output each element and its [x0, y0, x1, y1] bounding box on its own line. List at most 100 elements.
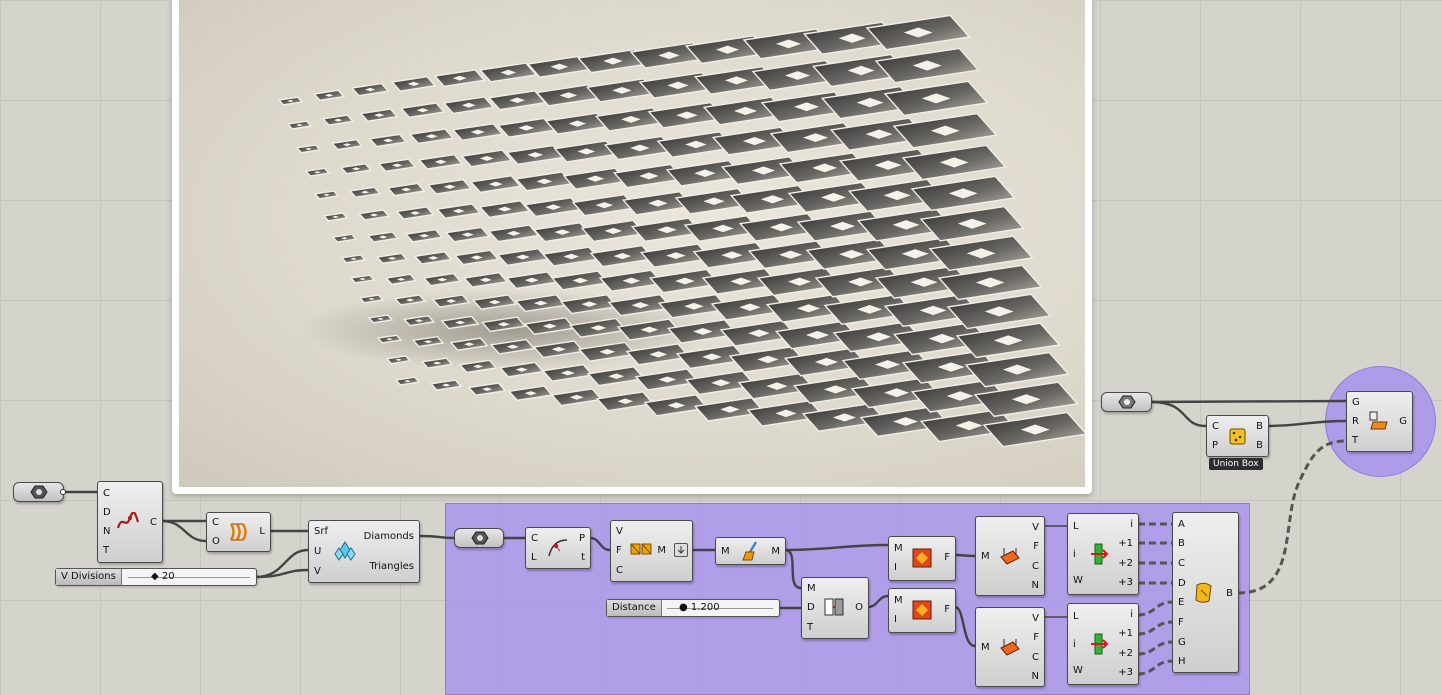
brep-join-icon: [1193, 581, 1215, 605]
input-label: L: [1073, 611, 1079, 622]
flip-faces-component-bottom[interactable]: M I F: [888, 588, 956, 633]
input-label: M: [894, 543, 903, 554]
output-label: M: [657, 545, 666, 556]
flip-faces-icon: [911, 599, 933, 621]
output-label: t: [581, 552, 585, 563]
input-label: E: [1178, 597, 1185, 608]
input-label: M: [981, 551, 990, 562]
output-label: B: [1226, 588, 1233, 599]
flip-faces-component-top[interactable]: M I F: [888, 536, 956, 581]
input-label: M: [721, 546, 730, 557]
input-label: C: [103, 488, 110, 499]
input-label: C: [212, 517, 219, 528]
loft-icon: [228, 521, 250, 543]
input-label: T: [1352, 435, 1359, 446]
input-label: C: [1212, 421, 1219, 432]
input-label: N: [103, 526, 111, 537]
orient-transform-component[interactable]: G R T G: [1346, 391, 1413, 452]
geometry-param-right[interactable]: [1101, 392, 1152, 412]
deconstruct-mesh-component-bottom[interactable]: M V F C N: [975, 607, 1045, 687]
output-label: B: [1256, 421, 1263, 432]
input-label: O: [212, 536, 220, 547]
input-label: Srf: [314, 526, 328, 537]
output-label: F: [1033, 632, 1039, 643]
offset-mesh-component[interactable]: M D T O: [801, 577, 869, 639]
output-label: G: [1399, 416, 1407, 427]
input-label: L: [531, 552, 537, 563]
curve-closest-component[interactable]: C L P t: [525, 527, 591, 569]
output-label: F: [1033, 541, 1039, 552]
slider-value: 1.200: [690, 602, 720, 613]
output-label: O: [855, 602, 863, 613]
input-label: R: [1352, 416, 1359, 427]
slider-value-row: ◆ 20: [151, 570, 175, 584]
curve-point-icon: [546, 537, 570, 559]
union-box-caption: Union Box: [1209, 458, 1263, 470]
arrow-down-icon[interactable]: [674, 543, 688, 557]
output-label: +3: [1118, 667, 1133, 678]
output-label: F: [944, 604, 950, 615]
list-item-component-bottom[interactable]: L i W i +1 +2 +3: [1067, 603, 1139, 685]
slider-track[interactable]: [128, 577, 250, 578]
input-label: C: [531, 533, 538, 544]
orient-transform-icon: [1367, 410, 1391, 432]
lattice-render: [277, 14, 1085, 448]
deconstruct-mesh-component-top[interactable]: M V F C N: [975, 516, 1045, 596]
slider-value: 20: [161, 571, 175, 582]
input-label: V: [616, 526, 623, 537]
output-label: +2: [1118, 648, 1133, 659]
input-label: W: [1073, 575, 1083, 586]
output-label: N: [1031, 580, 1039, 591]
rendered-diamond-lattice-image: [179, 0, 1085, 487]
output-label: Diamonds: [363, 531, 414, 542]
loft-component[interactable]: C O L: [206, 512, 271, 552]
list-item-component-top[interactable]: L i W i +1 +2 +3: [1067, 513, 1139, 595]
input-label: I: [894, 562, 897, 573]
geometry-param[interactable]: [454, 528, 504, 548]
output-label: Triangles: [369, 561, 414, 572]
deconstruct-mesh-icon: [998, 545, 1022, 567]
slider-value-row: ● 1.200: [679, 601, 720, 615]
brush-clean-icon: [740, 540, 762, 562]
deconstruct-mesh-icon: [998, 636, 1022, 658]
output-label: N: [1031, 671, 1039, 682]
flip-faces-icon: [911, 547, 933, 569]
output-label: V: [1032, 522, 1039, 533]
input-label: I: [894, 614, 897, 625]
mesh-clean-component[interactable]: M M: [715, 537, 786, 565]
input-label: C: [616, 565, 623, 576]
union-box-component[interactable]: C P B B: [1206, 415, 1269, 457]
output-label: +2: [1118, 558, 1133, 569]
input-label: T: [807, 622, 814, 633]
input-label: T: [103, 545, 110, 556]
input-label: P: [1212, 440, 1219, 451]
list-item-icon: [1088, 542, 1110, 566]
slider-label: V Divisions: [56, 569, 122, 585]
curve-param[interactable]: [13, 482, 66, 502]
slider-handle[interactable]: ●: [679, 602, 688, 613]
input-label: i: [1073, 639, 1076, 650]
distance-slider[interactable]: Distance ● 1.200: [606, 599, 780, 617]
input-label: D: [103, 507, 111, 518]
output-label: P: [578, 533, 585, 544]
v-divisions-slider[interactable]: V Divisions ◆ 20: [55, 568, 257, 586]
diamond-panels-icon: [334, 541, 356, 561]
control-curve-component[interactable]: C D N T C: [97, 481, 163, 563]
output-label: V: [1032, 613, 1039, 624]
output-port[interactable]: [60, 489, 66, 495]
hexagon-param-icon: [470, 530, 490, 546]
output-label: C: [150, 517, 157, 528]
input-label: M: [807, 583, 816, 594]
slider-handle[interactable]: ◆: [151, 571, 159, 582]
input-label: G: [1352, 397, 1360, 408]
render-preview-panel: [172, 0, 1092, 494]
diamond-panels-component[interactable]: Srf U V Diamonds Triangles: [308, 520, 420, 583]
input-label: F: [616, 545, 622, 556]
output-label: C: [1032, 561, 1039, 572]
mesh-construct-component[interactable]: V F C M: [610, 520, 693, 582]
brep-join-component[interactable]: A B C D E F G H B: [1172, 512, 1239, 673]
list-item-icon: [1088, 632, 1110, 656]
input-label: D: [1178, 578, 1186, 589]
input-label: M: [894, 595, 903, 606]
output-label: i: [1130, 609, 1133, 620]
